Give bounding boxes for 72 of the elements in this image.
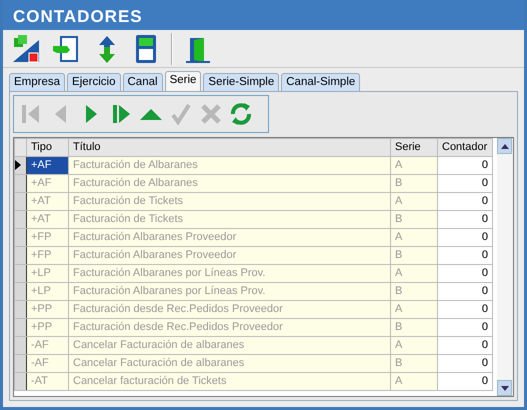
table-cell: A [390, 192, 438, 210]
table-cell: Facturación Albaranes Proveedor [68, 246, 390, 264]
column-header[interactable]: Título [68, 138, 390, 156]
table-cell: +AT [26, 192, 68, 210]
table-cell: 0 [438, 282, 492, 300]
table-cell: Facturación desde Rec.Pedidos Proveedor [68, 300, 390, 318]
table-cell: 0 [438, 372, 492, 390]
table-cell: Cancelar Facturación de albaranes [68, 354, 390, 372]
table-cell: +AF [26, 174, 68, 192]
table-cell: 0 [438, 300, 492, 318]
tab[interactable]: Serie-Simple [203, 73, 280, 91]
table-cell: A [390, 300, 438, 318]
table-cell: -AF [26, 354, 68, 372]
table-cell: +LP [26, 264, 68, 282]
refresh-icon[interactable] [228, 101, 254, 127]
table-cell: +FP [26, 246, 68, 264]
table-cell: Cancelar facturación de Tickets [68, 372, 390, 390]
table-cell: 0 [438, 264, 492, 282]
tab[interactable]: Canal [122, 73, 163, 91]
column-header[interactable]: Serie [390, 138, 438, 156]
table-cell: Facturación de Albaranes [68, 156, 390, 174]
table-cell: 0 [438, 246, 492, 264]
table-cell: 0 [438, 174, 492, 192]
table-cell: Facturación de Albaranes [68, 174, 390, 192]
table-cell: B [390, 318, 438, 336]
table-cell: B [390, 246, 438, 264]
caret-icon [500, 386, 508, 390]
scroll-up-button[interactable] [497, 138, 512, 154]
table-cell: Facturación de Tickets [68, 210, 390, 228]
table-cell: +PP [26, 300, 68, 318]
window-title: CONTADORES [3, 0, 524, 30]
table-cell: 0 [438, 318, 492, 336]
table-cell: Facturación Albaranes por Líneas Prov. [68, 282, 390, 300]
table-cell: +AF [26, 156, 68, 174]
table-cell: B [390, 210, 438, 228]
table-cell: 0 [438, 192, 492, 210]
table-cell: Facturación Albaranes Proveedor [68, 228, 390, 246]
tab[interactable]: Serie [164, 71, 202, 91]
column-header[interactable]: Contador [438, 138, 492, 156]
table-cell: A [390, 336, 438, 354]
table-cell: Facturación desde Rec.Pedidos Proveedor [68, 318, 390, 336]
import-icon[interactable] [11, 34, 41, 64]
table-cell: A [390, 156, 438, 174]
table-cell: -AF [26, 336, 68, 354]
table-cell: Facturación Albaranes por Líneas Prov. [68, 264, 390, 282]
scroll-down-button[interactable] [497, 380, 512, 396]
table-cell: -AT [26, 372, 68, 390]
caret-icon [500, 144, 508, 148]
table-cell: Facturación de Tickets [68, 192, 390, 210]
hand-icon[interactable] [51, 34, 81, 64]
table-cell: A [390, 264, 438, 282]
table-cell: B [390, 354, 438, 372]
table-cell: 0 [438, 228, 492, 246]
table-cell: Cancelar Facturación de albaranes [68, 336, 390, 354]
table-cell: A [390, 372, 438, 390]
table-cell: 0 [438, 156, 492, 174]
table-cell: +LP [26, 282, 68, 300]
table-cell: 0 [438, 210, 492, 228]
tab[interactable]: Canal-Simple [281, 73, 360, 91]
table-cell: B [390, 282, 438, 300]
tab[interactable]: Empresa [9, 73, 66, 91]
table-cell: +AT [26, 210, 68, 228]
table-cell: +PP [26, 318, 68, 336]
table-cell: 0 [438, 354, 492, 372]
current-row-icon [15, 160, 21, 170]
scrollbar[interactable] [497, 138, 513, 396]
tab[interactable]: Ejercicio [67, 73, 120, 91]
table-cell: +FP [26, 228, 68, 246]
table-cell: B [390, 174, 438, 192]
table-cell: A [390, 228, 438, 246]
column-header[interactable]: Tipo [26, 138, 68, 156]
table-cell: 0 [438, 336, 492, 354]
